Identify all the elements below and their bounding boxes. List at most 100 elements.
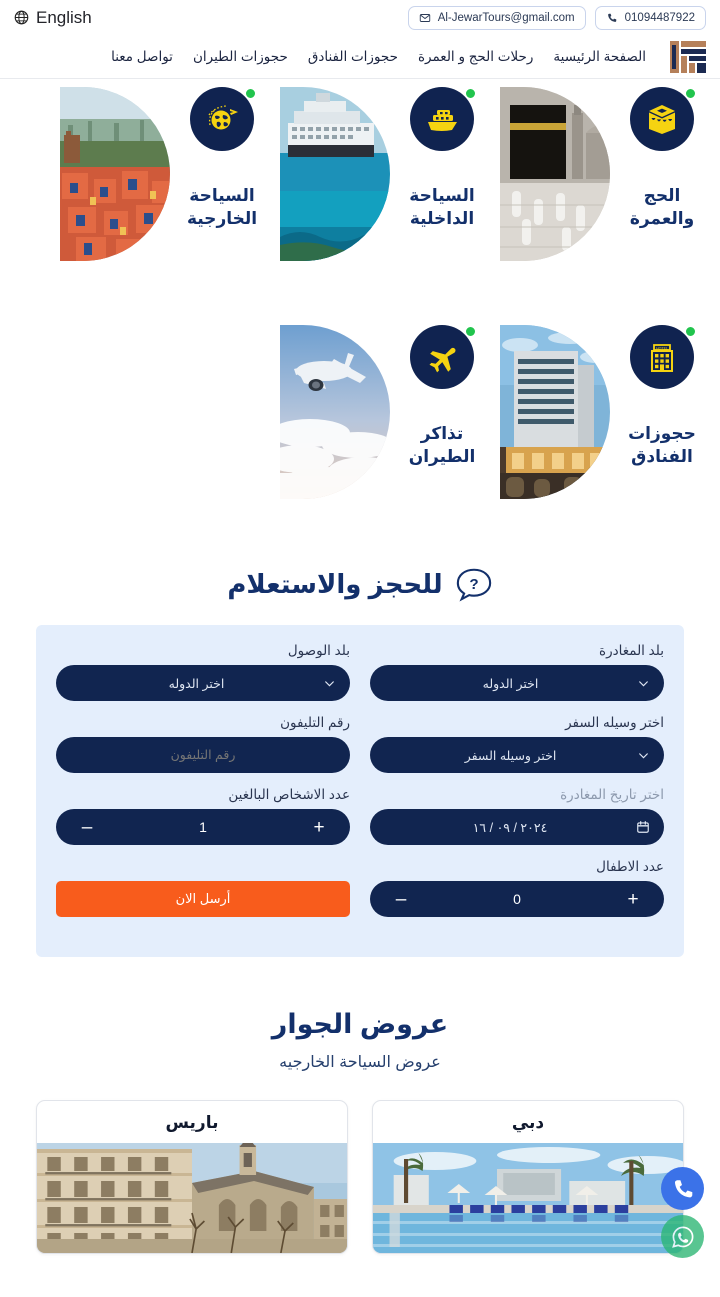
chevron-down-icon [639,680,648,687]
booking-form-grid: بلد المغادرة اختر الدوله بلد الوصول اختر… [56,643,664,931]
phone-button[interactable]: 01094487922 [594,5,706,30]
select-arrival-country[interactable]: اختر الدوله [56,665,350,701]
services-section: الحج والعمرة السياحة الداخلية السياحة ال… [0,79,720,527]
input-phone-wrap[interactable] [56,737,350,773]
language-selector[interactable]: English [14,8,92,28]
hotel-exterior-photo [500,325,610,499]
hotel-icon-circle: HOTEL [630,325,694,389]
phone-icon [674,1179,692,1197]
airplane-icon-circle [410,325,474,389]
label-phone: رقم التليفون [280,715,350,730]
kaaba-icon [649,105,675,134]
field-adults: عدد الاشخاص البالغين + 1 – [56,787,350,845]
children-value: 0 [513,891,521,907]
service-label-hotel: حجوزات الفنادق [628,424,696,466]
label-travel-means: اختر وسيله السفر [565,715,664,730]
offers-subtitle: عروض السياحة الخارجيه [279,1054,441,1071]
airplane-sky-photo [280,325,390,499]
main-navigation: الصفحة الرئيسية رحلات الحج و العمرة حجوز… [0,35,720,79]
offer-card-dubai[interactable]: دبي [372,1100,684,1254]
nav-item-contact-us[interactable]: تواصل معنا [111,49,173,65]
select-departure-country[interactable]: اختر الدوله [370,665,664,701]
service-icon-wrap-flight [410,325,476,389]
site-logo[interactable] [668,39,708,75]
email-button[interactable]: Al-JewarTours@gmail.com [407,5,586,30]
booking-form: بلد المغادرة اختر الدوله بلد الوصول اختر… [36,625,684,957]
mail-icon [419,13,430,22]
value-arrival-country: اختر الدوله [168,676,225,691]
service-card-hotel-bookings[interactable]: HOTEL حجوزات الفنادق [500,317,720,517]
field-children: عدد الاطفال + 0 – [370,859,664,917]
nav-item-hajj-umrah[interactable]: رحلات الحج و العمرة [418,49,533,65]
service-label-foreign: السياحة الخارجية [186,186,258,228]
globe-icon [14,10,29,25]
offer-cards: دبي باريس [36,1100,684,1254]
offer-name-paris: باريس [165,1113,219,1132]
contact-group: Al-JewarTours@gmail.com 01094487922 [407,5,706,30]
globe-plane-icon-circle [190,87,254,151]
nav-item-hotel-bookings[interactable]: حجوزات الفنادق [308,49,398,65]
services-row-1: الحج والعمرة السياحة الداخلية السياحة ال… [0,79,720,279]
chevron-down-icon [325,680,334,687]
field-travel-means: اختر وسيله السفر اختر وسيله السفر [370,715,664,773]
top-bar: English Al-JewarTours@gmail.com 01094487… [0,0,720,35]
service-icon-wrap-domestic [410,87,476,151]
submit-button[interactable]: أرسل الان [56,881,350,917]
hotel-building-icon: HOTEL [651,344,673,372]
status-dot [465,326,476,337]
nav-item-flight-bookings[interactable]: حجوزات الطيران [193,49,288,65]
kaaba-icon-circle [630,87,694,151]
calendar-icon [637,821,649,833]
cruise-ship-icon [428,110,457,131]
nav-item-home[interactable]: الصفحة الرئيسية [553,49,646,65]
services-row2-spacer [60,317,280,517]
children-minus-button[interactable]: – [392,890,410,909]
floating-whatsapp-button[interactable] [661,1215,704,1258]
svg-text:?: ? [469,576,478,593]
field-arrival-country: بلد الوصول اختر الدوله [56,643,350,701]
status-dot [685,88,696,99]
stepper-adults[interactable]: + 1 – [56,809,350,845]
globe-plane-icon [208,105,238,130]
phone-icon [607,13,616,22]
status-dot [465,88,476,99]
service-right-flight: تذاكر الطيران [392,325,492,469]
service-card-foreign-tourism[interactable]: السياحة الخارجية [60,79,280,279]
svg-text:HOTEL: HOTEL [656,346,668,350]
value-travel-means: اختر وسيله السفر [464,748,557,763]
service-label-hajj: الحج والعمرة [629,186,695,228]
dubai-pool-photo [373,1143,683,1253]
offers-title: عروض الجوار [271,1009,449,1039]
question-bubble-icon: ? [456,568,491,602]
service-icon-wrap-foreign [190,87,256,151]
service-icon-wrap-hajj [630,87,696,151]
stepper-children[interactable]: + 0 – [370,881,664,917]
label-children: عدد الاطفال [596,859,664,874]
adults-minus-button[interactable]: – [78,818,96,837]
value-departure-date: ٢٠٢٤ / ٠٩ / ١٦ [472,820,548,835]
offer-card-paris[interactable]: باريس [36,1100,348,1254]
select-travel-means[interactable]: اختر وسيله السفر [370,737,664,773]
email-text: Al-JewarTours@gmail.com [437,11,575,24]
field-submit: أرسل الان [56,859,350,917]
label-departure-country: بلد المغادرة [599,643,664,658]
service-card-flight-tickets[interactable]: تذاكر الطيران [280,317,500,517]
whatsapp-icon [671,1226,693,1248]
floating-call-button[interactable] [661,1167,704,1210]
offer-name-dubai: دبي [511,1113,545,1132]
label-adults: عدد الاشخاص البالغين [228,787,350,802]
field-departure-date: اختر تاريخ المغادرة ٢٠٢٤ / ٠٩ / ١٦ [370,787,664,845]
input-departure-date[interactable]: ٢٠٢٤ / ٠٩ / ١٦ [370,809,664,845]
service-label-domestic: السياحة الداخلية [409,186,475,228]
phone-input[interactable] [56,737,350,773]
service-card-hajj-umrah[interactable]: الحج والعمرة [500,79,720,279]
language-label: English [36,7,92,27]
adults-value: 1 [199,819,207,835]
children-plus-button[interactable]: + [624,890,642,909]
service-card-domestic-tourism[interactable]: السياحة الداخلية [280,79,500,279]
status-dot [685,326,696,337]
phone-text: 01094487922 [624,11,695,24]
adults-plus-button[interactable]: + [310,818,328,837]
cruise-icon-circle [410,87,474,151]
chevron-down-icon [639,752,648,759]
